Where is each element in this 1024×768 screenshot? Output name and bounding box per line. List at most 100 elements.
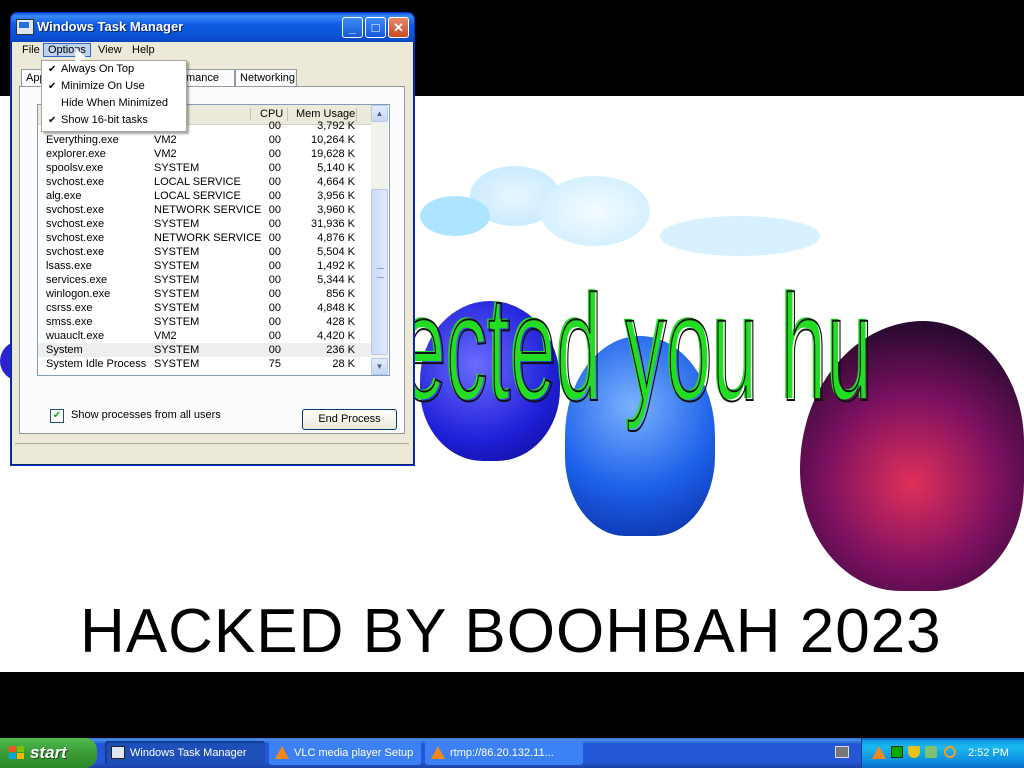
process-user: SYSTEM <box>154 316 200 328</box>
process-user: VM2 <box>154 134 177 146</box>
process-rows: ctfmon.exeVM2003,792 KEverything.exeVM20… <box>38 119 371 371</box>
cloud-shape <box>420 196 490 236</box>
process-row[interactable]: wuauclt.exe VM2 00 4,420 K <box>38 329 371 343</box>
process-name: services.exe <box>46 274 108 286</box>
menu-help[interactable]: Help <box>127 43 160 57</box>
options-menu-item[interactable]: ✔ Always On Top <box>42 61 186 78</box>
process-mem: 4,420 K <box>317 330 355 342</box>
process-cpu: 00 <box>268 344 281 356</box>
windows-flag-icon <box>9 746 24 760</box>
options-menu-item[interactable]: ✔ Minimize On Use <box>42 78 186 95</box>
process-name: svchost.exe <box>46 204 105 216</box>
process-mem: 428 K <box>326 316 355 328</box>
process-mem: 3,792 K <box>317 120 355 132</box>
start-label: start <box>30 743 67 762</box>
process-list[interactable]: ame CPU Mem Usage ctfmon.exeVM2003,792 K… <box>37 104 390 376</box>
end-process-button[interactable]: End Process <box>302 409 397 430</box>
process-row[interactable]: svchost.exe SYSTEM 00 5,504 K <box>38 245 371 259</box>
title-bar[interactable]: Windows Task Manager _ □ ✕ <box>11 13 414 42</box>
taskbar-button-vlc-setup[interactable]: VLC media player Setup <box>269 741 421 765</box>
process-row[interactable]: System SYSTEM 00 236 K <box>38 343 371 357</box>
menu-file[interactable]: File <box>17 43 45 57</box>
status-bar <box>15 443 409 462</box>
cloud-shape <box>660 216 820 256</box>
process-name: explorer.exe <box>46 148 106 160</box>
process-name: wuauclt.exe <box>46 330 105 342</box>
start-button[interactable]: start <box>0 738 97 768</box>
process-mem: 31,936 K <box>310 218 355 230</box>
network-icon[interactable] <box>925 746 937 758</box>
vlc-cone-icon <box>431 746 445 759</box>
process-mem: 4,876 K <box>317 232 355 244</box>
process-mem: 1,492 K <box>317 260 355 272</box>
taskbar-button-vlc-stream[interactable]: rtmp://86.20.132.11... <box>425 741 583 765</box>
checkmark-icon: ✔ <box>48 64 57 75</box>
process-cpu: 00 <box>268 260 281 272</box>
keyboard-icon[interactable] <box>835 746 849 758</box>
process-name: svchost.exe <box>46 246 105 258</box>
process-cpu: 00 <box>268 274 281 286</box>
task-manager-cpu-icon[interactable] <box>891 746 903 758</box>
process-user: VM2 <box>154 330 177 342</box>
process-mem: 10,264 K <box>310 134 355 146</box>
process-row[interactable]: svchost.exe NETWORK SERVICE 00 4,876 K <box>38 231 371 245</box>
checkmark-icon: ✔ <box>48 115 57 126</box>
close-button[interactable]: ✕ <box>388 17 409 38</box>
vlc-cone-icon <box>275 746 289 759</box>
vlc-cone-icon[interactable] <box>872 746 886 759</box>
options-menu-label: Always On Top <box>61 63 135 75</box>
minimize-button[interactable]: _ <box>342 17 363 38</box>
process-name: spoolsv.exe <box>46 162 104 174</box>
security-shield-icon[interactable] <box>908 746 920 758</box>
process-user: LOCAL SERVICE <box>154 190 241 202</box>
options-menu-item[interactable]: Hide When Minimized <box>42 95 186 112</box>
scroll-thumb[interactable] <box>371 189 388 355</box>
show-all-users-checkbox[interactable]: ✔ <box>50 409 64 423</box>
tab-performance[interactable]: mance <box>181 69 235 86</box>
process-row[interactable]: Everything.exe VM2 00 10,264 K <box>38 133 371 147</box>
search-icon[interactable] <box>944 746 956 758</box>
process-row[interactable]: explorer.exe VM2 00 19,628 K <box>38 147 371 161</box>
process-row[interactable]: svchost.exe LOCAL SERVICE 00 4,664 K <box>38 175 371 189</box>
process-row[interactable]: winlogon.exe SYSTEM 00 856 K <box>38 287 371 301</box>
scroll-down-button[interactable]: ▼ <box>371 358 388 375</box>
process-name: smss.exe <box>46 316 93 328</box>
process-row[interactable]: csrss.exe SYSTEM 00 4,848 K <box>38 301 371 315</box>
process-row[interactable]: services.exe SYSTEM 00 5,344 K <box>38 273 371 287</box>
process-row[interactable]: lsass.exe SYSTEM 00 1,492 K <box>38 259 371 273</box>
process-user: SYSTEM <box>154 218 200 230</box>
taskbar-button-label: VLC media player Setup <box>294 747 414 759</box>
process-user: SYSTEM <box>154 274 200 286</box>
system-tray: 2:52 PM <box>861 738 1024 768</box>
process-name: Everything.exe <box>46 134 119 146</box>
menu-view[interactable]: View <box>93 43 127 57</box>
process-row[interactable]: smss.exe SYSTEM 00 428 K <box>38 315 371 329</box>
task-manager-icon <box>111 746 125 759</box>
options-menu-item[interactable]: ✔ Show 16-bit tasks <box>42 112 186 129</box>
desktop: nfected you hu nfected you hu HACKED BY … <box>0 0 1024 738</box>
process-cpu: 00 <box>268 288 281 300</box>
process-cpu: 00 <box>268 148 281 160</box>
process-row[interactable]: svchost.exe SYSTEM 00 31,936 K <box>38 217 371 231</box>
process-row[interactable]: spoolsv.exe SYSTEM 00 5,140 K <box>38 161 371 175</box>
taskbar-button-task-manager[interactable]: Windows Task Manager <box>105 741 265 765</box>
process-name: System <box>46 344 83 356</box>
options-menu-label: Minimize On Use <box>61 80 145 92</box>
vertical-scrollbar[interactable]: ▲ ▼ <box>371 105 388 375</box>
process-row[interactable]: alg.exe LOCAL SERVICE 00 3,956 K <box>38 189 371 203</box>
processes-panel: ame CPU Mem Usage ctfmon.exeVM2003,792 K… <box>19 86 405 434</box>
maximize-button[interactable]: □ <box>365 17 386 38</box>
process-cpu: 00 <box>268 176 281 188</box>
process-row[interactable]: svchost.exe NETWORK SERVICE 00 3,960 K <box>38 203 371 217</box>
process-row[interactable]: System Idle Process SYSTEM 75 28 K <box>38 357 371 371</box>
process-user: SYSTEM <box>154 344 200 356</box>
process-cpu: 00 <box>268 330 281 342</box>
process-mem: 4,664 K <box>317 176 355 188</box>
clock: 2:52 PM <box>968 747 1009 759</box>
scroll-up-button[interactable]: ▲ <box>371 105 388 122</box>
process-user: SYSTEM <box>154 358 200 370</box>
tab-networking[interactable]: Networking <box>235 69 297 86</box>
process-cpu: 00 <box>268 162 281 174</box>
show-all-users-label[interactable]: Show processes from all users <box>71 409 221 421</box>
process-name: lsass.exe <box>46 260 92 272</box>
